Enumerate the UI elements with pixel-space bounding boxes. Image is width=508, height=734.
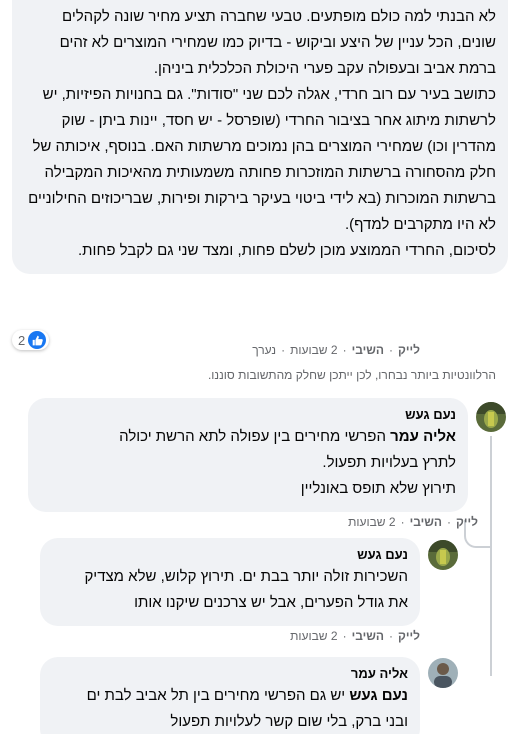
separator-dot: ·	[400, 515, 405, 529]
reply-link[interactable]: השיבי	[410, 515, 442, 529]
reply-text: השכירות זולה יותר בבת ים. תירוץ קלוש, של…	[52, 564, 408, 616]
reaction-badge[interactable]: 2	[12, 330, 50, 350]
reaction-count: 2	[18, 332, 26, 348]
thread-line	[490, 436, 492, 676]
main-comment-paragraph: לסיכום, החרדי הממוצע מוכן לשלם פחות, ומצ…	[78, 242, 496, 259]
separator-dot: ·	[281, 343, 286, 357]
reply-line: השכירות זולה יותר בבת ים. תירוץ קלוש, של…	[84, 568, 408, 585]
comment-author[interactable]: אליה עמר	[52, 665, 408, 683]
timestamp[interactable]: 2 שבועות	[290, 629, 337, 643]
timestamp[interactable]: 2 שבועות	[290, 343, 337, 357]
like-link[interactable]: לייק	[398, 343, 420, 357]
main-comment-paragraph: כתושב בעיר עם רוב חרדי, אגלה לכם שני "סו…	[28, 86, 496, 233]
reply-actions: לייק · השיבי · 2 שבועות	[290, 629, 420, 643]
separator-dot: ·	[389, 343, 394, 357]
reply-line: לתרץ בעלויות תפעול.	[322, 454, 456, 471]
reply-line: תירוץ שלא תופס באונליין	[300, 480, 456, 497]
main-comment-paragraph: לא הבנתי למה כולם מופתעים. טבעי שחברה תצ…	[59, 8, 496, 77]
edited-label: נערך	[252, 343, 277, 357]
like-link[interactable]: לייק	[398, 629, 420, 643]
mention-link[interactable]: אליה עמר	[390, 428, 456, 445]
main-comment-text: לא הבנתי למה כולם מופתעים. טבעי שחברה תצ…	[28, 4, 496, 264]
avatar[interactable]	[476, 402, 506, 432]
reply-line: את גודל הפערים, אבל יש צרכנים שיקנו אותו	[134, 594, 408, 611]
comment-author[interactable]: נעם געש	[40, 406, 456, 424]
separator-dot: ·	[342, 343, 347, 357]
separator-dot: ·	[342, 629, 347, 643]
timestamp[interactable]: 2 שבועות	[348, 515, 395, 529]
reply-bubble: נעם געש אליה עמר הפרשי מחירים בין עפולה …	[28, 398, 468, 512]
like-link[interactable]: לייק	[456, 515, 478, 529]
mention-link[interactable]: נעם געש	[349, 687, 408, 704]
separator-dot: ·	[447, 515, 452, 529]
filtered-replies-notice: הרלוונטיות ביותר נבחרו, לכן ייתכן שחלק מ…	[207, 368, 496, 382]
reply-bubble: נעם געש השכירות זולה יותר בבת ים. תירוץ …	[40, 538, 420, 626]
reply-link[interactable]: השיבי	[352, 343, 384, 357]
reply-line: ובני ברק, בלי שום קשר לעלויות תפעול	[170, 713, 408, 730]
avatar[interactable]	[428, 540, 458, 570]
reply-actions: לייק · השיבי · 2 שבועות	[348, 515, 478, 529]
main-comment-bubble: לא הבנתי למה כולם מופתעים. טבעי שחברה תצ…	[12, 0, 508, 274]
reply-text: אליה עמר הפרשי מחירים בין עפולה לתא הרשת…	[40, 424, 456, 502]
avatar[interactable]	[428, 658, 458, 688]
reply-bubble: אליה עמר נעם געש יש גם הפרשי מחירים בין …	[40, 657, 420, 734]
reply-line: הפרשי מחירים בין עפולה לתא הרשת יכולה	[119, 428, 386, 445]
like-reaction-icon	[28, 331, 47, 349]
main-comment-actions: לייק · השיבי · 2 שבועות · נערך	[252, 343, 420, 357]
separator-dot: ·	[389, 629, 394, 643]
reply-text: נעם געש יש גם הפרשי מחירים בין תל אביב ל…	[52, 683, 408, 734]
reply-link[interactable]: השיבי	[352, 629, 384, 643]
comment-author[interactable]: נעם געש	[52, 546, 408, 564]
reply-line: יש גם הפרשי מחירים בין תל אביב לבת ים	[86, 687, 346, 704]
